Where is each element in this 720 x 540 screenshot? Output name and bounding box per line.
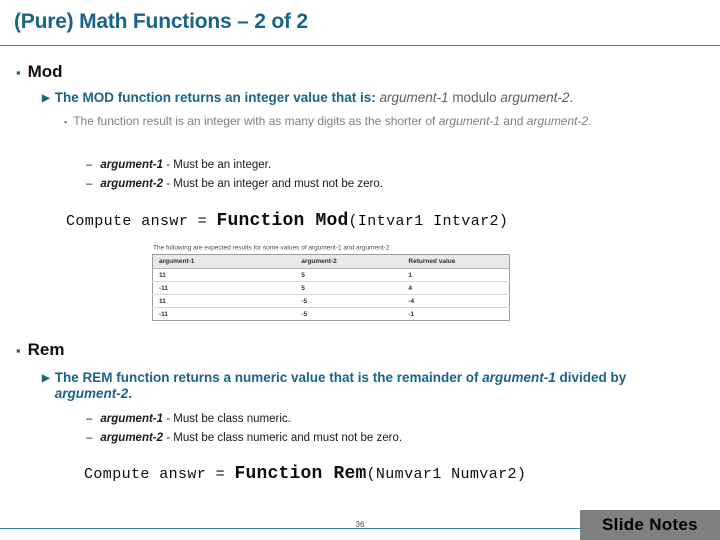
mod-code-line: Compute answr = Function Mod(Intvar1 Int… [66,211,508,231]
table-cell-arg2: -5 [301,310,308,318]
table-header-returned-value: Returned value [402,254,510,269]
bullet-square-icon: ▪ [16,65,21,80]
mod-detail-arg1: argument-1 [438,114,501,128]
mod-lead-end: . [569,90,574,105]
mod-code-function: Function Mod [216,211,349,231]
mod-arg2-name: argument-2 [100,178,164,190]
rem-lead-arg1: argument-1 [482,370,556,385]
mod-arg2-row: – argument-2 - Must be an integer and mu… [86,177,383,192]
mod-results-caption: The following are expected results for s… [153,244,392,252]
section-heading-rem-label: Rem [27,340,65,359]
mod-lead-bullet: ▶ The MOD function returns an integer va… [42,90,573,106]
title-divider [0,45,720,46]
mod-detail-mid: and [500,114,527,128]
bullet-square-icon: ▪ [16,343,21,358]
bullet-small-square-icon: ▪ [64,117,68,127]
table-header-argument-1: argument-1 [152,254,296,269]
mod-arg1-desc: - Must be an integer. [163,159,272,171]
rem-arg1-text: argument-1 - Must be class numeric. [100,412,290,427]
rem-code-prefix: Compute answr = [84,466,235,483]
table-row: 11 -5 -4 [152,294,510,308]
mod-detail-text: The function result is an integer with a… [73,114,591,129]
table-row: -11 5 4 [152,281,510,295]
mod-arg1-name: argument-1 [100,159,164,171]
slide-notes-button[interactable]: Slide Notes [580,510,720,540]
mod-results-table-image: The following are expected results for s… [152,244,510,321]
table-cell-result: -1 [408,310,415,318]
rem-code-suffix: (Numvar1 Numvar2) [366,466,527,483]
table-cell-result: 4 [402,281,510,295]
rem-arg1-name: argument-1 [100,413,164,425]
mod-code-prefix: Compute answr = [66,213,217,230]
table-cell-result: -4 [402,294,510,308]
table-cell-arg1: -11 [159,310,169,318]
rem-code-line: Compute answr = Function Rem(Numvar1 Num… [84,464,526,484]
bullet-dash-icon: – [86,159,93,171]
rem-arg2-row: – argument-2 - Must be class numeric and… [86,431,402,446]
table-row: -11 -5 -1 [153,308,510,321]
table-header-argument-2: argument-2 [295,254,403,269]
section-heading-mod-label: Mod [27,62,63,81]
mod-lead-text: The MOD function returns an integer valu… [55,90,573,106]
mod-detail-end: . [588,114,592,128]
bullet-arrow-icon: ▶ [42,373,50,384]
mod-arg1-row: – argument-1 - Must be an integer. [86,158,271,173]
rem-arg1-row: – argument-1 - Must be class numeric. [86,412,291,427]
rem-arg2-name: argument-2 [100,432,164,444]
rem-code-function: Function Rem [234,464,367,484]
section-heading-mod: ▪ Mod [16,62,63,82]
rem-lead-text: The REM function returns a numeric value… [55,370,692,402]
bullet-dash-icon: – [86,413,93,425]
rem-lead-end: . [128,386,132,401]
rem-arg1-desc: - Must be class numeric. [163,413,291,425]
mod-results-table: argument-1 argument-2 Returned value 11 … [152,254,510,321]
rem-lead-bullet: ▶ The REM function returns a numeric val… [42,370,692,402]
table-cell-arg2: 5 [295,281,403,295]
bullet-dash-icon: – [86,178,93,190]
mod-code-suffix: (Intvar1 Intvar2) [348,213,509,230]
table-cell-arg2: -5 [295,294,403,308]
table-row: 11 5 1 [152,268,510,282]
rem-lead-arg2: argument-2 [54,386,129,401]
page-title: (Pure) Math Functions – 2 of 2 [14,10,308,33]
mod-detail-bullet: ▪ The function result is an integer with… [64,114,592,129]
mod-detail-a: The function result is an integer with a… [73,114,439,128]
mod-lead-bold: The MOD function returns an integer valu… [54,90,376,105]
mod-arg2-desc: - Must be an integer and must not be zer… [163,178,383,190]
bullet-dash-icon: – [86,432,93,444]
table-header-row: argument-1 argument-2 Returned value [152,254,510,269]
table-cell-arg1: -11 [152,281,296,295]
mod-arg2-text: argument-2 - Must be an integer and must… [100,177,383,192]
bullet-arrow-icon: ▶ [42,93,50,104]
table-cell-arg1: 11 [152,268,296,282]
mod-lead-arg2: argument-2 [500,90,570,105]
rem-arg2-text: argument-2 - Must be class numeric and m… [100,431,402,446]
rem-lead-bold-2: divided by [555,370,627,385]
section-heading-rem: ▪ Rem [16,340,64,360]
table-cell-arg1: 11 [152,294,296,308]
table-cell-arg2: 5 [295,268,403,282]
mod-lead-arg1: argument-1 [379,90,449,105]
mod-lead-mid: modulo [448,90,501,105]
rem-arg2-desc: - Must be class numeric and must not be … [163,432,403,444]
table-cell-result: 1 [402,268,510,282]
mod-detail-arg2: argument-2 [526,114,589,128]
rem-lead-bold-1: The REM function returns a numeric value… [54,370,483,385]
mod-arg1-text: argument-1 - Must be an integer. [100,158,271,173]
